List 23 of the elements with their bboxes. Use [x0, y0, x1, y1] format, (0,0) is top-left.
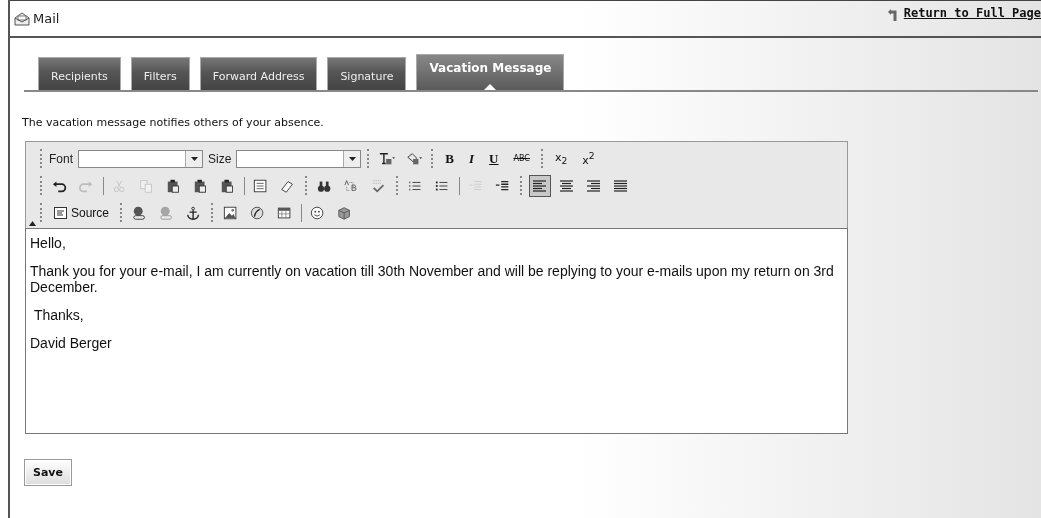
script-button[interactable]: x$^{2}$	[577, 148, 600, 169]
script-button[interactable]: x$_{2}$	[549, 148, 573, 169]
tab[interactable]: Signature	[327, 57, 407, 90]
return-link[interactable]: Return to Full Page	[903, 5, 1041, 20]
bold-button[interactable]: B	[440, 148, 460, 169]
page-title: Mail	[33, 11, 60, 26]
tab[interactable]: Filters	[130, 57, 190, 90]
message-paragraph: David Berger	[30, 335, 113, 351]
italic-button[interactable]: I	[464, 148, 480, 169]
toolbar-label: Font	[49, 151, 73, 166]
message-paragraph: Thanks,	[32, 307, 85, 323]
tab[interactable]: Vacation Message	[416, 54, 565, 90]
message-paragraph: Hello,	[30, 235, 67, 251]
message-field[interactable]: Hello, Thank you for your e-mail, I am currently on vacation till 30th November and will be replying to your e-mails upon my return on 3rd December. Thanks, David Berger	[25, 228, 848, 434]
underline-button[interactable]: U	[484, 148, 504, 169]
source-button[interactable]: Source	[49, 202, 115, 223]
strike-button[interactable]: ABC	[508, 148, 535, 169]
tab[interactable]: Recipients	[38, 57, 121, 90]
toolbar-label: Size	[208, 151, 232, 166]
tab[interactable]: Forward Address	[199, 57, 318, 90]
message-paragraph: Thank you for your e-mail, I am currently on vacation till 30th November and will be replying to your e-mails upon my return on 3rd December.	[30, 263, 835, 295]
description-text: The vacation message notifies others of your absence.	[22, 116, 325, 129]
save-button[interactable]: Save	[24, 459, 72, 486]
